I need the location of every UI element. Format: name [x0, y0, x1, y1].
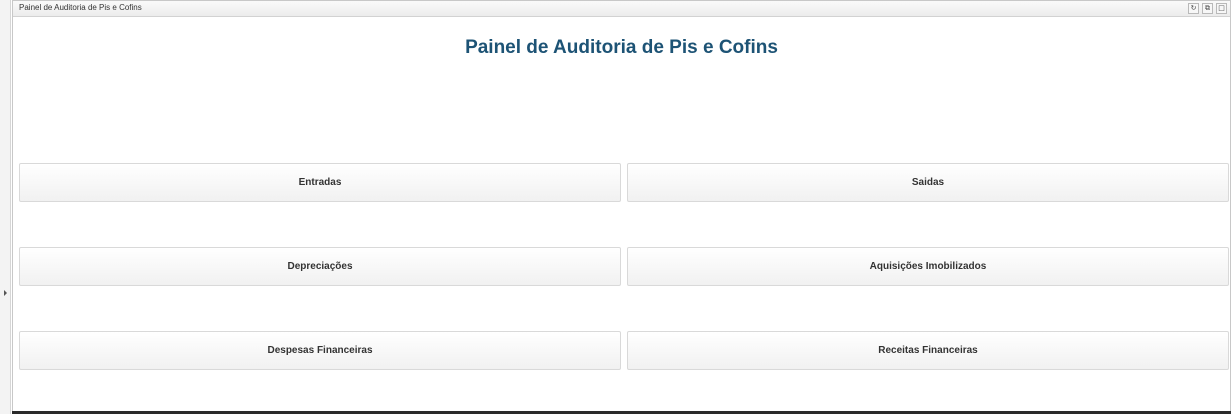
expand-arrow-icon[interactable]	[4, 290, 7, 296]
refresh-icon[interactable]: ↻	[1188, 3, 1199, 14]
aquisicoes-imobilizados-button[interactable]: Aquisições Imobilizados	[627, 247, 1229, 286]
despesas-financeiras-button[interactable]: Despesas Financeiras	[19, 331, 621, 370]
maximize-icon[interactable]: □	[1216, 3, 1227, 14]
receitas-financeiras-button[interactable]: Receitas Financeiras	[627, 331, 1229, 370]
restore-icon[interactable]: ⧉	[1202, 3, 1213, 14]
depreciacoes-button[interactable]: Depreciações	[19, 247, 621, 286]
window-controls: ↻ ⧉ □	[1188, 3, 1227, 14]
window-title: Painel de Auditoria de Pis e Cofins	[19, 3, 142, 12]
panel-window: Painel de Auditoria de Pis e Cofins ↻ ⧉ …	[12, 0, 1231, 413]
window-titlebar: Painel de Auditoria de Pis e Cofins ↻ ⧉ …	[13, 1, 1230, 17]
entradas-button[interactable]: Entradas	[19, 163, 621, 202]
page-title: Painel de Auditoria de Pis e Cofins	[465, 37, 778, 58]
saidas-button[interactable]: Saidas	[627, 163, 1229, 202]
side-collapse-strip[interactable]	[0, 0, 11, 414]
